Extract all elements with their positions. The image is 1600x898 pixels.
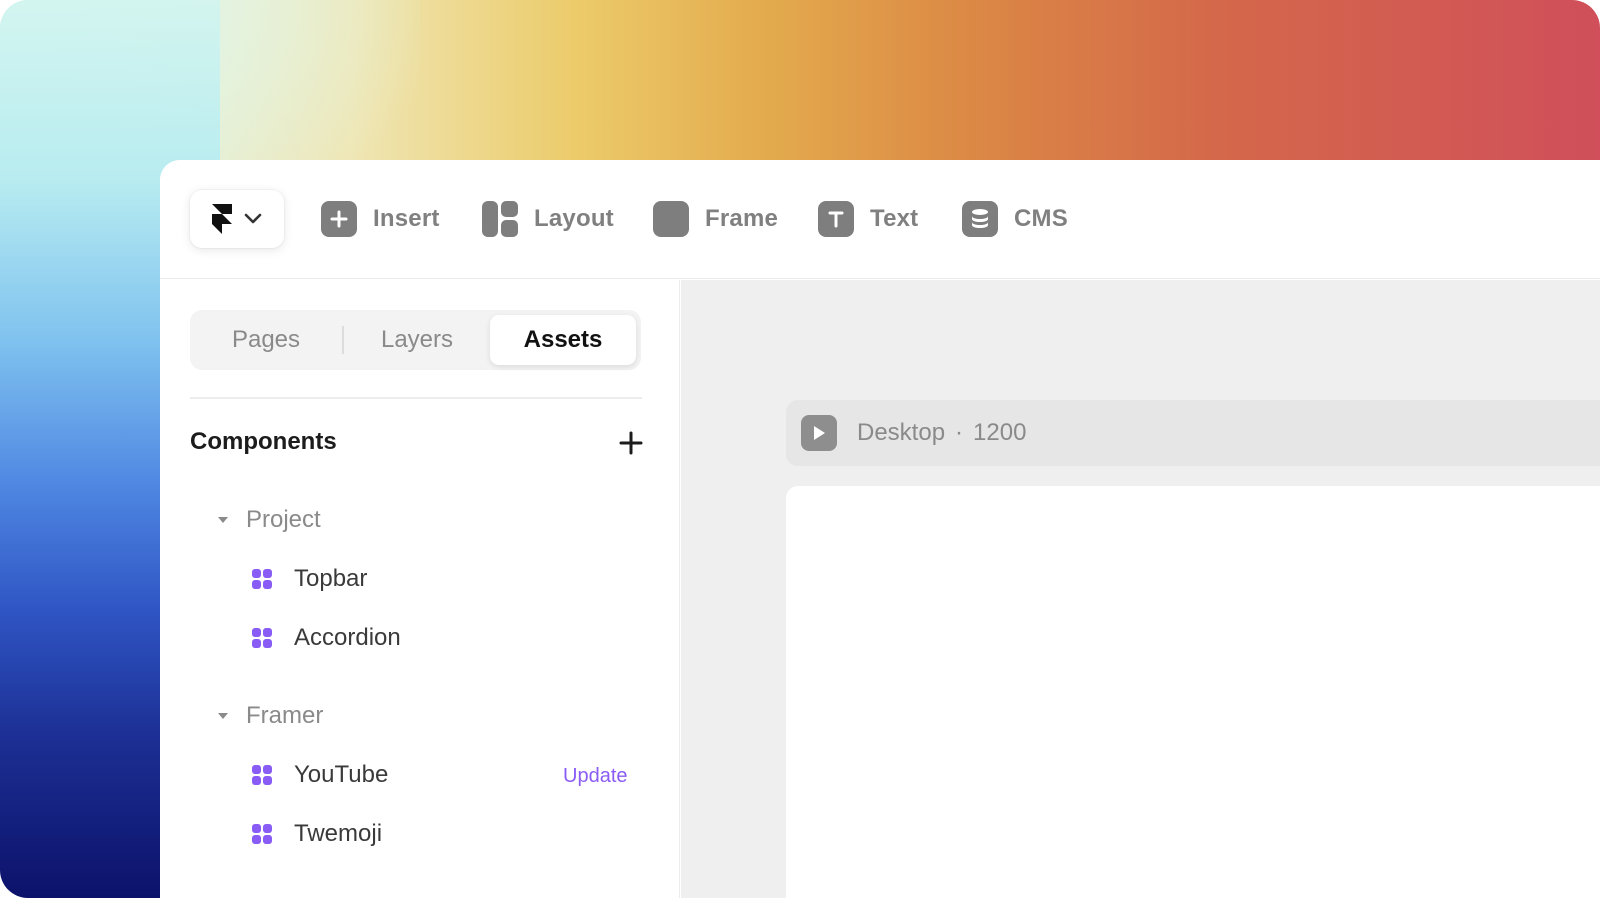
plus-square-icon: [321, 201, 357, 237]
sidebar: Pages Layers Assets Components Project T…: [160, 280, 680, 898]
component-item[interactable]: Topbar: [252, 565, 652, 593]
group-label: Project: [246, 506, 321, 533]
text-button[interactable]: Text: [818, 200, 918, 238]
frame-header[interactable]: Desktop · 1200: [786, 400, 1600, 466]
component-item[interactable]: Twemoji: [252, 820, 652, 848]
component-icon: [252, 569, 272, 589]
frame-icon: [653, 201, 689, 237]
divider: [190, 397, 642, 399]
group-project[interactable]: Project: [218, 506, 321, 534]
tab-layers[interactable]: Layers: [344, 310, 490, 370]
panel-tabs: Pages Layers Assets: [190, 310, 641, 370]
layout-button[interactable]: Layout: [482, 200, 614, 238]
chevron-down-icon: [244, 213, 262, 224]
toolbar: Insert Layout Frame Text CMS: [160, 160, 1600, 279]
group-framer[interactable]: Framer: [218, 702, 323, 730]
frame-title: Desktop · 1200: [857, 419, 1026, 447]
component-label: Topbar: [294, 565, 368, 592]
component-label: YouTube: [294, 761, 389, 788]
frame-separator: ·: [955, 419, 964, 446]
framer-logo-icon: [212, 204, 232, 234]
cms-label: CMS: [1014, 205, 1068, 232]
component-label: Twemoji: [294, 820, 383, 847]
component-item[interactable]: Accordion: [252, 624, 652, 652]
frame-button[interactable]: Frame: [653, 200, 778, 238]
component-icon: [252, 765, 272, 785]
frame-label: Frame: [705, 205, 779, 232]
play-icon[interactable]: [801, 415, 837, 451]
insert-button[interactable]: Insert: [321, 200, 440, 238]
component-label: Accordion: [294, 624, 401, 651]
frame-name: Desktop: [857, 419, 946, 446]
caret-down-icon: [218, 713, 228, 719]
caret-down-icon: [218, 517, 228, 523]
component-icon: [252, 628, 272, 648]
tab-assets[interactable]: Assets: [490, 315, 636, 365]
tab-pages[interactable]: Pages: [190, 310, 342, 370]
database-icon: [962, 201, 998, 237]
framer-menu-button[interactable]: [190, 190, 284, 248]
add-component-button[interactable]: [618, 430, 644, 456]
group-label: Framer: [246, 702, 324, 729]
layout-icon: [482, 201, 518, 237]
component-icon: [252, 824, 272, 844]
text-label: Text: [870, 205, 919, 232]
components-title: Components: [190, 428, 337, 455]
layout-label: Layout: [534, 205, 614, 232]
frame-width: 1200: [973, 419, 1027, 446]
insert-label: Insert: [373, 205, 440, 232]
app-window: Insert Layout Frame Text CMS Pages Layer…: [160, 160, 1600, 898]
desktop-frame[interactable]: [786, 486, 1600, 898]
canvas[interactable]: Desktop · 1200: [681, 280, 1600, 898]
cms-button[interactable]: CMS: [962, 200, 1068, 238]
text-icon: [818, 201, 854, 237]
update-link[interactable]: Update: [563, 765, 628, 788]
